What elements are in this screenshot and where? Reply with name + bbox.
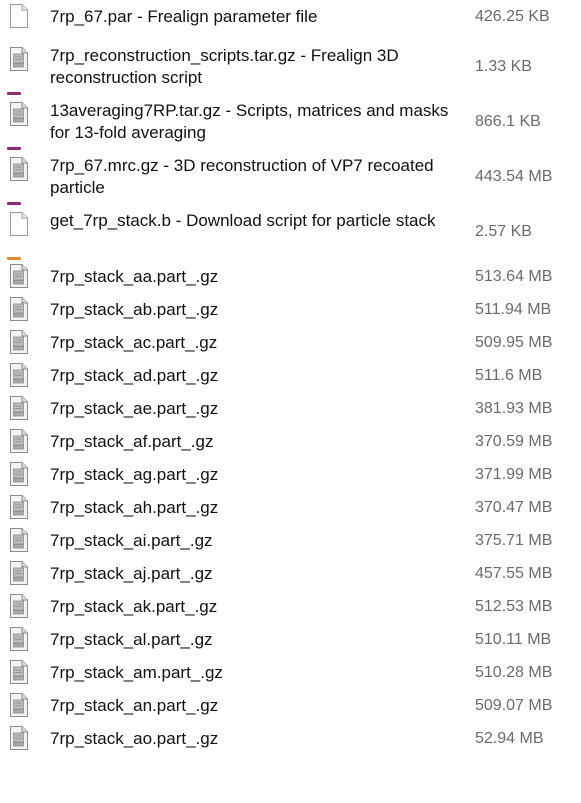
- file-link[interactable]: 7rp_stack_an.part_.gz: [50, 695, 465, 717]
- file-link[interactable]: 13averaging7RP.tar.gz - Scripts, matrice…: [50, 100, 465, 144]
- file-row: 7rp_stack_al.part_.gz 510.11 MB: [0, 623, 581, 656]
- file-list: 7rp_67.par - Frealign parameter file 426…: [0, 0, 581, 755]
- file-row: 7rp_stack_ak.part_.gz 512.53 MB: [0, 590, 581, 623]
- file-link[interactable]: 7rp_67.par - Frealign parameter file: [50, 6, 465, 28]
- archive-file-icon: [8, 263, 30, 289]
- file-link[interactable]: 7rp_stack_ah.part_.gz: [50, 497, 465, 519]
- archive-file-icon: [8, 156, 30, 182]
- file-size: 370.47 MB: [475, 499, 553, 516]
- archive-file-icon: [8, 46, 30, 72]
- archive-file-icon: [8, 692, 30, 718]
- file-row: get_7rp_stack.b - Download script for pa…: [0, 205, 581, 260]
- file-row: 7rp_reconstruction_scripts.tar.gz - Frea…: [0, 40, 581, 95]
- file-size: 1.33 KB: [475, 58, 532, 75]
- archive-file-icon: [8, 329, 30, 355]
- file-size: 511.6 MB: [475, 367, 543, 384]
- file-size: 510.11 MB: [475, 631, 552, 648]
- blank-document-icon: [8, 3, 30, 29]
- archive-file-icon: [8, 494, 30, 520]
- file-row: 7rp_stack_aa.part_.gz 513.64 MB: [0, 260, 581, 293]
- archive-file-icon: [8, 527, 30, 553]
- file-link[interactable]: get_7rp_stack.b - Download script for pa…: [50, 210, 465, 232]
- file-link[interactable]: 7rp_reconstruction_scripts.tar.gz - Frea…: [50, 45, 465, 89]
- archive-file-icon: [8, 101, 30, 127]
- file-size: 511.94 MB: [475, 301, 552, 318]
- file-link[interactable]: 7rp_stack_aj.part_.gz: [50, 563, 465, 585]
- file-size: 457.55 MB: [475, 565, 553, 582]
- archive-file-icon: [8, 296, 30, 322]
- file-size: 510.28 MB: [475, 664, 553, 681]
- blank-document-icon: [8, 211, 30, 237]
- file-link[interactable]: 7rp_67.mrc.gz - 3D reconstruction of VP7…: [50, 155, 465, 199]
- file-size: 509.07 MB: [475, 697, 553, 714]
- file-row: 7rp_stack_ag.part_.gz 371.99 MB: [0, 458, 581, 491]
- file-link[interactable]: 7rp_stack_ac.part_.gz: [50, 332, 465, 354]
- file-row: 7rp_stack_am.part_.gz 510.28 MB: [0, 656, 581, 689]
- file-link[interactable]: 7rp_stack_ae.part_.gz: [50, 398, 465, 420]
- file-row: 7rp_stack_af.part_.gz 370.59 MB: [0, 425, 581, 458]
- archive-file-icon: [8, 725, 30, 751]
- file-size: 426.25 KB: [475, 8, 550, 25]
- file-size: 513.64 MB: [475, 268, 553, 285]
- file-size: 371.99 MB: [475, 466, 553, 483]
- file-size: 443.54 MB: [475, 168, 553, 185]
- file-link[interactable]: 7rp_stack_ak.part_.gz: [50, 596, 465, 618]
- file-link[interactable]: 7rp_stack_ad.part_.gz: [50, 365, 465, 387]
- file-size: 512.53 MB: [475, 598, 553, 615]
- file-row: 7rp_stack_ah.part_.gz 370.47 MB: [0, 491, 581, 524]
- archive-file-icon: [8, 626, 30, 652]
- file-row: 7rp_stack_ab.part_.gz 511.94 MB: [0, 293, 581, 326]
- archive-file-icon: [8, 461, 30, 487]
- file-row: 7rp_67.mrc.gz - 3D reconstruction of VP7…: [0, 150, 581, 205]
- file-size: 866.1 KB: [475, 113, 541, 130]
- archive-file-icon: [8, 659, 30, 685]
- file-link[interactable]: 7rp_stack_ab.part_.gz: [50, 299, 465, 321]
- file-size: 381.93 MB: [475, 400, 553, 417]
- archive-file-icon: [8, 395, 30, 421]
- file-link[interactable]: 7rp_stack_ag.part_.gz: [50, 464, 465, 486]
- file-row: 7rp_stack_ae.part_.gz 381.93 MB: [0, 392, 581, 425]
- file-row: 7rp_stack_ai.part_.gz 375.71 MB: [0, 524, 581, 557]
- file-link[interactable]: 7rp_stack_ai.part_.gz: [50, 530, 465, 552]
- file-link[interactable]: 7rp_stack_ao.part_.gz: [50, 728, 465, 750]
- file-link[interactable]: 7rp_stack_aa.part_.gz: [50, 266, 465, 288]
- file-size: 375.71 MB: [475, 532, 553, 549]
- file-link[interactable]: 7rp_stack_af.part_.gz: [50, 431, 465, 453]
- file-size: 52.94 MB: [475, 730, 544, 747]
- file-row: 7rp_stack_an.part_.gz 509.07 MB: [0, 689, 581, 722]
- file-link[interactable]: 7rp_stack_am.part_.gz: [50, 662, 465, 684]
- file-row: 7rp_stack_ad.part_.gz 511.6 MB: [0, 359, 581, 392]
- file-size: 2.57 KB: [475, 223, 532, 240]
- archive-file-icon: [8, 560, 30, 586]
- file-row: 7rp_67.par - Frealign parameter file 426…: [0, 0, 581, 40]
- file-row: 7rp_stack_ac.part_.gz 509.95 MB: [0, 326, 581, 359]
- file-size: 370.59 MB: [475, 433, 553, 450]
- file-link[interactable]: 7rp_stack_al.part_.gz: [50, 629, 465, 651]
- archive-file-icon: [8, 428, 30, 454]
- archive-file-icon: [8, 593, 30, 619]
- archive-file-icon: [8, 362, 30, 388]
- file-row: 13averaging7RP.tar.gz - Scripts, matrice…: [0, 95, 581, 150]
- file-row: 7rp_stack_ao.part_.gz 52.94 MB: [0, 722, 581, 755]
- file-size: 509.95 MB: [475, 334, 553, 351]
- file-row: 7rp_stack_aj.part_.gz 457.55 MB: [0, 557, 581, 590]
